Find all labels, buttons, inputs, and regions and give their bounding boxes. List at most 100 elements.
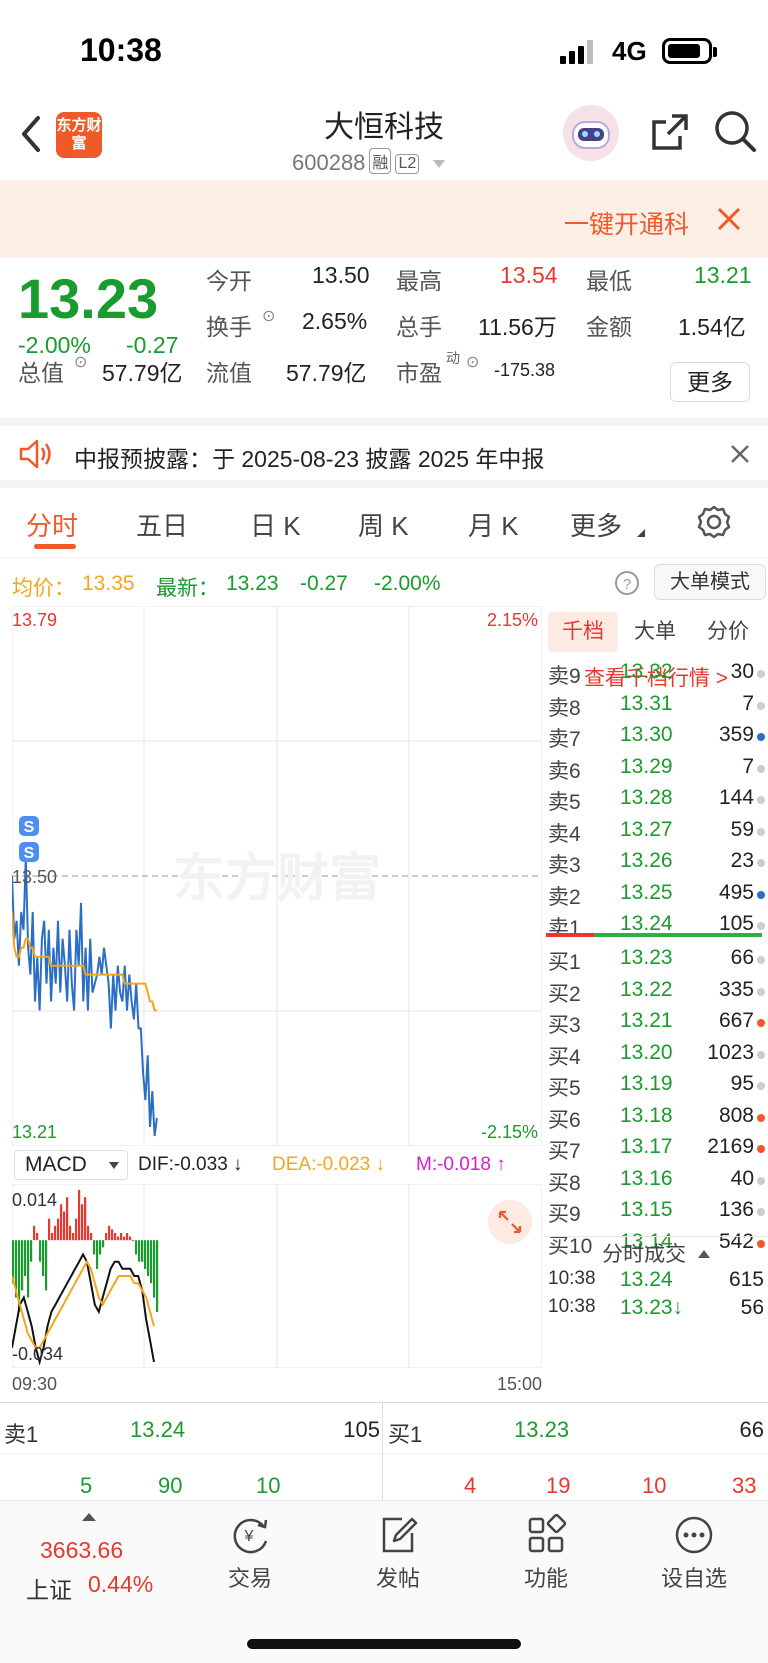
nav-label: 功能	[523, 1566, 568, 1591]
macd-bar	[69, 1225, 72, 1241]
tab-five-day[interactable]: 五日	[136, 506, 188, 543]
buy-queue-item: 33	[732, 1473, 757, 1498]
sell-level-row[interactable]: 卖1 13.24 105	[544, 912, 768, 943]
intraday-chart-svg: 东方财富 13.79 13.50 13.21 2.15% -2.15% S S	[11, 605, 543, 1147]
best-buy-label: 买1	[388, 1422, 423, 1447]
best-buy-price: 13.23	[514, 1417, 570, 1442]
level-dot	[757, 1082, 765, 1090]
sell-marker[interactable]: S	[19, 842, 39, 862]
level-dot	[757, 796, 765, 804]
ticks-title[interactable]: 分时成交	[544, 1238, 768, 1268]
promo-banner[interactable]: 一键开通科	[0, 180, 768, 258]
level-price: 13.17	[620, 1135, 673, 1158]
level-label: 买9	[548, 1203, 581, 1226]
info-icon[interactable]: ⊙	[262, 306, 275, 326]
tab-price-dist[interactable]: 分价	[692, 612, 764, 652]
index-value: 3663.66	[40, 1537, 124, 1563]
buy-level-row[interactable]: 买9 13.15 136	[544, 1198, 768, 1229]
close-icon[interactable]	[716, 206, 742, 232]
up-triangle-icon	[82, 1513, 96, 1521]
low-label: 最低	[586, 268, 632, 294]
buy-level-row[interactable]: 买8 13.16 40	[544, 1167, 768, 1198]
tab-depth[interactable]: 千档	[548, 612, 618, 652]
sell-level-row[interactable]: 卖7 13.30 359	[544, 723, 768, 754]
nav-trade[interactable]: ¥ 交易	[200, 1513, 300, 1593]
sell-level-row[interactable]: 卖9 13.32 30	[544, 660, 768, 691]
macd-bar	[66, 1197, 69, 1241]
pe-value: -175.38	[494, 360, 556, 380]
share-icon[interactable]	[648, 110, 692, 154]
macd-bar	[30, 1240, 33, 1262]
tab-monthly-k[interactable]: 月 K	[468, 506, 519, 543]
robot-assistant-icon[interactable]	[560, 102, 622, 164]
level-label: 卖6	[548, 759, 581, 783]
intraday-chart[interactable]: 东方财富 13.79 13.50 13.21 2.15% -2.15% S S	[11, 605, 543, 1147]
level-volume: 335	[718, 977, 754, 1001]
macd-bar	[96, 1240, 99, 1269]
buy-level-row[interactable]: 买4 13.20 1023	[544, 1041, 768, 1072]
latest-label: 最新：	[156, 577, 219, 600]
more-triangle-icon	[637, 529, 645, 537]
tab-more[interactable]: 更多	[570, 506, 622, 543]
big-order-mode-button[interactable]: 大单模式	[654, 564, 766, 600]
info-icon[interactable]: ⊙	[466, 352, 479, 372]
best-sell-vol: 105	[343, 1417, 380, 1442]
svg-text:S: S	[24, 845, 35, 862]
svg-text:?: ?	[623, 576, 631, 593]
dropdown-triangle-icon	[109, 1162, 119, 1169]
sell-marker[interactable]: S	[19, 816, 39, 836]
level-label: 卖7	[548, 728, 581, 751]
buy-queue-item: 19	[546, 1473, 571, 1498]
buy-level-row[interactable]: 买1 13.23 66	[544, 946, 768, 977]
notice-bar[interactable]: 中报预披露：于 2025-08-23 披露 2025 年中报	[0, 418, 768, 488]
level-volume: 808	[718, 1103, 754, 1127]
close-icon[interactable]	[730, 444, 750, 464]
best-quotes: 卖1 13.24 105 买1 13.23 66 5 90 10 4 19 10…	[0, 1402, 768, 1501]
level-volume: 2169	[707, 1135, 754, 1158]
avg-label: 均价：	[12, 577, 75, 600]
level-volume: 667	[718, 1009, 754, 1032]
sell-level-row[interactable]: 卖6 13.29 7	[544, 755, 768, 786]
sell-level-row[interactable]: 卖4 13.27 59	[544, 818, 768, 849]
level-volume: 66	[730, 946, 754, 969]
level-label: 买6	[548, 1108, 581, 1132]
home-indicator	[247, 1639, 521, 1649]
stock-code-row[interactable]: 600288 融 L2	[292, 148, 447, 176]
expand-button[interactable]	[488, 1200, 532, 1244]
divider	[0, 1453, 768, 1454]
macd-bar	[144, 1240, 147, 1269]
indicator-select[interactable]: MACD	[14, 1150, 128, 1180]
info-icon[interactable]: ⊙	[74, 352, 87, 372]
nav-add-watchlist[interactable]: 设自选	[644, 1513, 744, 1593]
amount-label: 金额	[586, 314, 632, 340]
nav-post[interactable]: 发帖	[348, 1513, 448, 1593]
y-bottom-label: 13.21	[12, 1122, 57, 1142]
level-volume: 59	[730, 817, 754, 841]
buy-level-row[interactable]: 买6 13.18 808	[544, 1104, 768, 1135]
tab-intraday[interactable]: 分时	[26, 506, 78, 543]
sell-level-row[interactable]: 卖3 13.26 23	[544, 849, 768, 880]
level-price: 13.15	[620, 1198, 673, 1221]
level-dot	[757, 987, 765, 996]
buy-level-row[interactable]: 买2 13.22 335	[544, 978, 768, 1009]
nav-functions[interactable]: 功能	[496, 1513, 596, 1593]
buy-level-row[interactable]: 买7 13.17 2169	[544, 1135, 768, 1166]
help-icon[interactable]: ?	[614, 570, 640, 596]
best-sell-label: 卖1	[4, 1422, 39, 1447]
sell-level-row[interactable]: 卖8 13.31 7	[544, 692, 768, 723]
float-label: 流值	[206, 360, 252, 386]
index-pct: 0.44%	[88, 1571, 154, 1597]
settings-gear-icon[interactable]	[696, 504, 732, 540]
buy-level-row[interactable]: 买5 13.19 95	[544, 1072, 768, 1103]
tab-daily-k[interactable]: 日 K	[250, 506, 301, 543]
sell-level-row[interactable]: 卖2 13.25 495	[544, 881, 768, 912]
tab-big-order[interactable]: 大单	[620, 612, 690, 652]
tab-weekly-k[interactable]: 周 K	[358, 506, 409, 543]
latest-value: 13.23	[226, 572, 279, 595]
macd-chart[interactable]: 0.014 -0.034	[11, 1183, 543, 1369]
sell-level-row[interactable]: 卖5 13.28 144	[544, 786, 768, 817]
more-button[interactable]: 更多	[670, 362, 750, 402]
level-price: 13.29	[620, 754, 673, 778]
search-icon[interactable]	[712, 108, 758, 156]
buy-level-row[interactable]: 买3 13.21 667	[544, 1009, 768, 1040]
